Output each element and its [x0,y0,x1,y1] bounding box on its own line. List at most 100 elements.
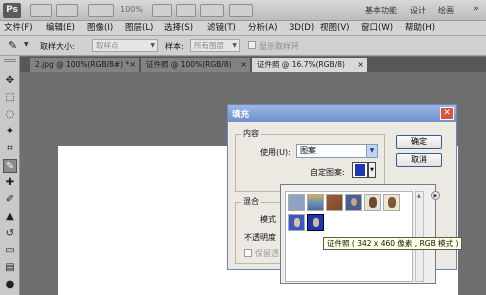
crop-tool-icon[interactable]: ⌗ [3,142,17,156]
show-ring-checkbox[interactable] [248,41,256,49]
workspace-basic[interactable]: 基本功能 [365,5,397,16]
custom-pattern-label: 自定图案: [310,168,345,177]
sample-size-value: 取样点 [96,41,119,50]
pattern-thumbnail[interactable] [288,214,305,231]
brush-tool-icon[interactable]: ✐ [3,193,17,207]
chevron-down-icon: ▼ [232,42,237,49]
close-icon[interactable]: × [129,58,136,71]
eyedropper-tool-icon[interactable]: ✎ [3,159,17,173]
tab-document-2[interactable]: 证件照 @ 100%(RGB/8) × [141,58,251,72]
use-value: 图案 [300,146,316,155]
tab-document-1[interactable]: 2.jpg @ 100%(RGB/8#) * × [30,58,140,72]
screen-mode-button[interactable] [229,4,253,17]
portrait-thumbnail [294,218,300,227]
marquee-tool-icon[interactable]: ⬚ [3,91,17,105]
show-ring-label: 显示取样环 [259,42,299,51]
preserve-transparency-checkbox[interactable] [244,249,252,257]
menu-window[interactable]: 窗口(W) [361,22,393,35]
quick-select-tool-icon[interactable]: ✦ [3,125,17,139]
sample-value: 所有图层 [194,41,224,50]
history-brush-tool-icon[interactable]: ↺ [3,227,17,241]
healing-brush-tool-icon[interactable]: ✚ [3,176,17,190]
menu-file[interactable]: 文件(F) [4,22,33,35]
pattern-thumbnail[interactable] [345,194,362,211]
chevron-down-icon: ▼ [150,42,155,49]
menu-layer[interactable]: 图层(L) [125,22,153,35]
sample-label: 样本: [165,42,184,51]
menu-bar: 文件(F) 编辑(E) 图像(I) 图层(L) 选择(S) 滤镜(T) 分析(A… [0,21,486,36]
workspace-paint[interactable]: 绘画 [438,5,454,16]
tab-label: 证件照 @ 100%(RGB/8) [146,60,232,69]
sample-size-select[interactable]: 取样点 ▼ [92,39,158,52]
clone-stamp-tool-icon[interactable]: ▲ [3,210,17,224]
pattern-thumbnail[interactable] [383,194,400,211]
pattern-preview-thumbnail [355,164,365,176]
portrait-thumbnail [351,198,357,206]
sample-size-label: 取样大小: [40,42,75,51]
pattern-picker-popup: ▲ ▶ [280,184,440,284]
application-bar: Ps 100% 基本功能 设计 绘画 » [0,0,486,21]
pattern-thumbnail-selected[interactable] [307,214,324,231]
chevron-down-icon: ▼ [366,145,377,157]
tool-preset-dropdown-icon[interactable]: ▼ [24,41,29,48]
portrait-thumbnail [313,218,319,227]
tools-panel: ✥ ⬚ ◌ ✦ ⌗ ✎ ✚ ✐ ▲ ↺ ▭ ▤ ● [0,56,20,295]
pattern-thumbnail[interactable] [326,194,343,211]
document-tab-bar: 2.jpg @ 100%(RGB/8#) * × 证件照 @ 100%(RGB/… [20,57,486,72]
cancel-button[interactable]: 取消 [396,153,442,167]
pattern-thumbnail[interactable] [364,194,381,211]
picker-menu-icon[interactable]: ▶ [431,191,440,200]
window-menu-icon[interactable]: » [470,3,482,16]
view-extras-button[interactable] [88,4,114,17]
dialog-title-bar[interactable]: 填充 ✕ [228,105,456,122]
lasso-tool-icon[interactable]: ◌ [3,108,17,122]
blur-tool-icon[interactable]: ● [3,278,17,292]
blend-group-label: 混合 [241,196,261,207]
workspace-design[interactable]: 设计 [410,5,426,16]
menu-filter[interactable]: 滤镜(T) [207,22,236,35]
eyedropper-icon[interactable]: ✎ [8,39,22,53]
preserve-transparency-label: 保留透 [255,249,279,258]
menu-image[interactable]: 图像(I) [87,22,113,35]
close-icon[interactable]: × [240,58,247,71]
pattern-tooltip: 证件照 ( 342 x 460 像素 , RGB 模式 ) [323,237,463,250]
menu-select[interactable]: 选择(S) [164,22,193,35]
move-tool-icon[interactable]: ✥ [3,74,17,88]
pattern-dropdown-icon[interactable]: ▼ [368,162,376,178]
tab-document-3[interactable]: 证件照 @ 16.7%(RGB/8) × [252,58,368,72]
tab-label: 证件照 @ 16.7%(RGB/8) [257,60,345,69]
launch-mini-bridge-button[interactable] [56,4,78,17]
rotate-view-button[interactable] [176,4,196,17]
use-label: 使用(U): [260,148,291,157]
photoshop-logo: Ps [3,3,21,18]
mode-label: 模式 [260,215,276,224]
arrange-documents-button[interactable] [200,4,224,17]
launch-bridge-button[interactable] [30,4,52,17]
menu-view[interactable]: 视图(V) [320,22,349,35]
dialog-title: 填充 [232,110,250,120]
custom-pattern-swatch[interactable] [352,162,368,178]
gradient-tool-icon[interactable]: ▤ [3,261,17,275]
eraser-tool-icon[interactable]: ▭ [3,244,17,258]
menu-edit[interactable]: 编辑(E) [46,22,75,35]
scroll-up-icon[interactable]: ▲ [417,193,422,199]
pattern-thumbnail[interactable] [307,194,324,211]
use-select[interactable]: 图案 ▼ [296,144,378,158]
content-group-label: 内容 [241,128,261,139]
sample-select[interactable]: 所有图层 ▼ [190,39,240,52]
menu-help[interactable]: 帮助(H) [405,22,435,35]
close-button[interactable]: ✕ [440,107,454,120]
menu-analysis[interactable]: 分析(A) [248,22,277,35]
opacity-label: 不透明度 [244,233,276,242]
close-icon[interactable]: × [357,58,364,71]
ok-button[interactable]: 确定 [396,135,442,149]
portrait-thumbnail [369,197,377,208]
portrait-thumbnail [388,197,396,208]
pattern-thumbnail[interactable] [288,194,305,211]
panel-grip[interactable] [4,59,16,62]
tab-label: 2.jpg @ 100%(RGB/8#) * [35,60,130,69]
menu-3d[interactable]: 3D(D) [289,22,314,35]
hand-tool-button[interactable] [152,4,172,17]
options-bar: ✎ ▼ 取样大小: 取样点 ▼ 样本: 所有图层 ▼ 显示取样环 [0,36,486,56]
zoom-level[interactable]: 100% [120,5,143,14]
